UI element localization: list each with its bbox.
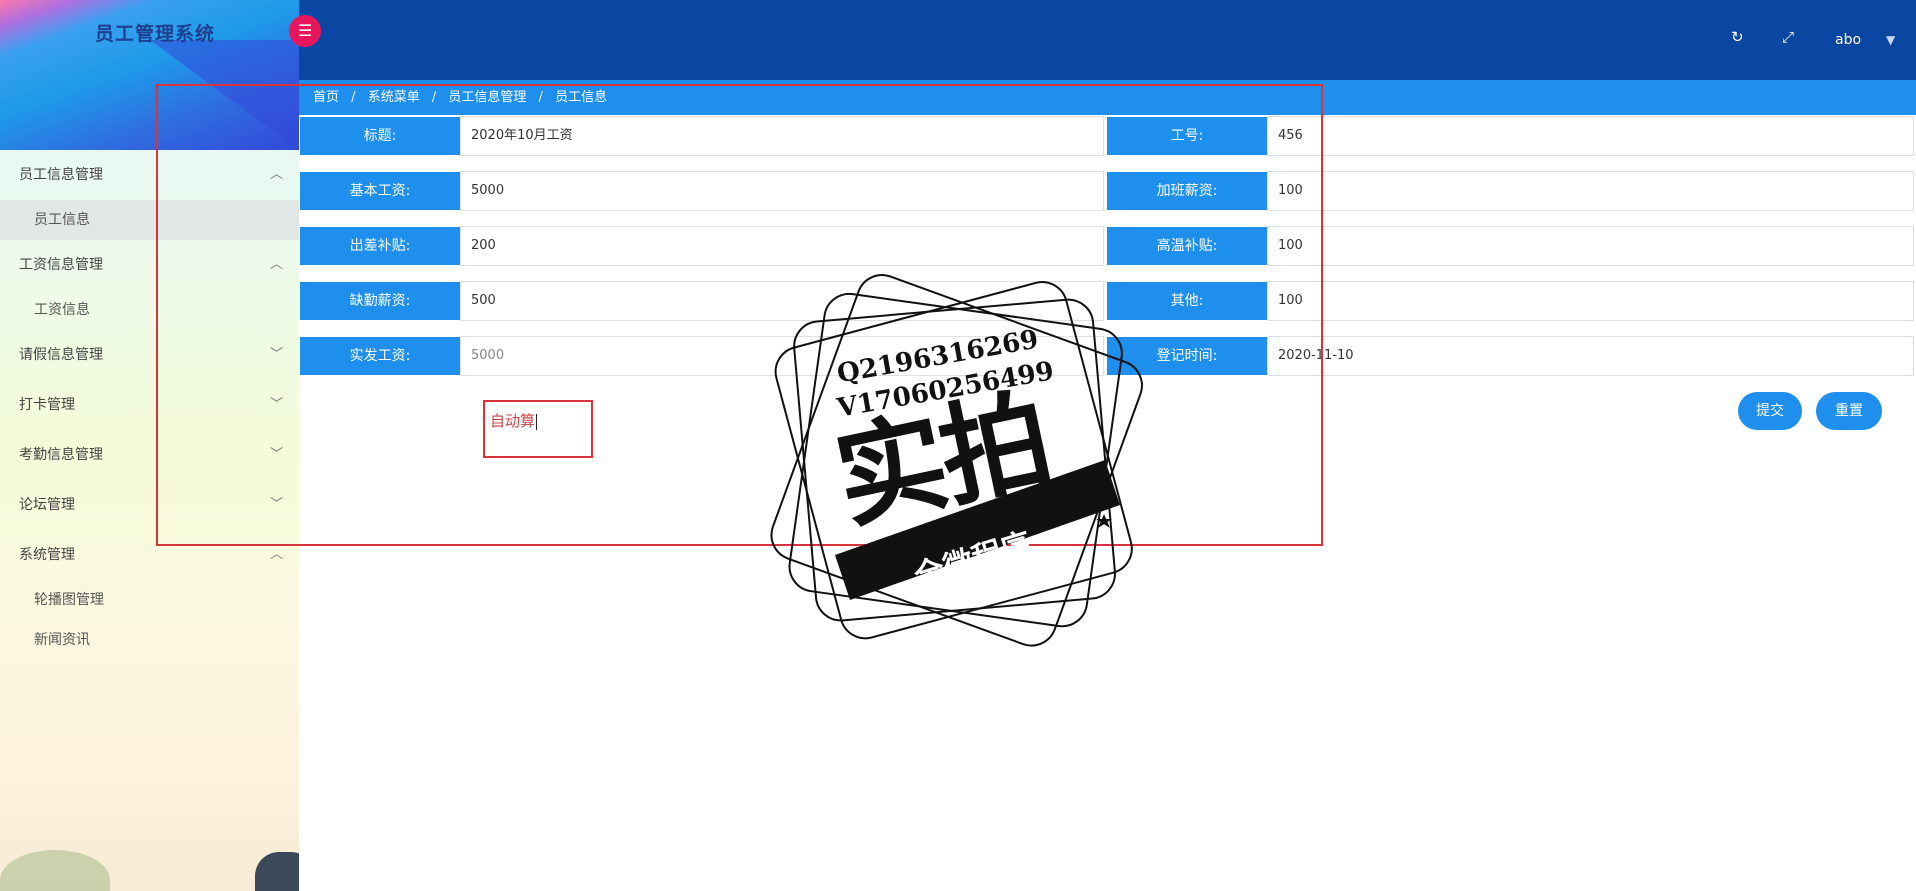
sidebar-header: 员工管理系统 bbox=[0, 0, 299, 150]
title-input[interactable]: 2020年10月工资 bbox=[460, 116, 1104, 156]
menu-item-employee-info[interactable]: 员工信息 bbox=[0, 200, 299, 240]
actual-salary-label: 实发工资: bbox=[300, 337, 460, 375]
form-row-base-salary: 基本工资: 5000 加班薪资: 100 bbox=[299, 171, 1916, 211]
annotation-note-text: 自动算 bbox=[490, 412, 538, 430]
user-name[interactable]: abo bbox=[1835, 0, 1861, 80]
chevron-up-icon: ︿ bbox=[269, 167, 283, 182]
chevron-up-icon: ︿ bbox=[269, 547, 283, 562]
overtime-label: 加班薪资: bbox=[1107, 172, 1267, 210]
menu-group-leave[interactable]: 请假信息管理 ﹀ bbox=[0, 330, 299, 380]
caret-down-icon[interactable]: ▼ bbox=[1886, 0, 1895, 80]
submit-button[interactable]: 提交 bbox=[1738, 392, 1802, 430]
breadcrumb-item[interactable]: 员工信息管理 bbox=[448, 90, 526, 105]
fullscreen-icon[interactable]: ⤢ bbox=[1782, 28, 1794, 46]
menu-item-carousel[interactable]: 轮播图管理 bbox=[0, 580, 299, 620]
chevron-down-icon: ﹀ bbox=[269, 497, 283, 512]
breadcrumb-separator: / bbox=[351, 90, 356, 105]
menu-item-news[interactable]: 新闻资讯 bbox=[0, 620, 299, 660]
reset-button[interactable]: 重置 bbox=[1816, 392, 1882, 430]
menu-item-salary-info[interactable]: 工资信息 bbox=[0, 290, 299, 330]
app-root: 员工管理系统 员工信息管理 ︿ 员工信息 工资信息管理 ︿ 工资信息 请假信息管… bbox=[0, 0, 1916, 891]
rock-decoration bbox=[255, 852, 299, 891]
chevron-down-icon: ﹀ bbox=[269, 397, 283, 412]
header-decoration bbox=[150, 40, 299, 150]
breadcrumb-separator: / bbox=[538, 90, 543, 105]
other-input[interactable]: 100 bbox=[1267, 281, 1914, 321]
travel-label: 出差补贴: bbox=[300, 227, 460, 265]
breadcrumb-item: 员工信息 bbox=[555, 90, 608, 105]
emp-no-input[interactable]: 456 bbox=[1267, 116, 1914, 156]
title-label: 标题: bbox=[300, 117, 460, 155]
base-salary-input[interactable]: 5000 bbox=[460, 171, 1104, 211]
absence-label: 缺勤薪资: bbox=[300, 282, 460, 320]
chevron-down-icon: ﹀ bbox=[269, 347, 283, 362]
chevron-up-icon: ︿ bbox=[269, 257, 283, 272]
menu-group-label: 论坛管理 bbox=[19, 497, 75, 513]
menu-group-system[interactable]: 系统管理 ︿ bbox=[0, 530, 299, 580]
breadcrumb-item[interactable]: 首页 bbox=[313, 90, 339, 105]
menu-group-clockin[interactable]: 打卡管理 ﹀ bbox=[0, 380, 299, 430]
sidebar-menu: 员工信息管理 ︿ 员工信息 工资信息管理 ︿ 工资信息 请假信息管理 ﹀ 打卡管… bbox=[0, 150, 299, 660]
chevron-down-icon: ﹀ bbox=[269, 447, 283, 462]
annotation-note-box: 自动算 bbox=[483, 400, 593, 458]
menu-group-label: 员工信息管理 bbox=[19, 167, 103, 183]
breadcrumb: 首页 / 系统菜单 / 员工信息管理 / 员工信息 bbox=[299, 80, 1916, 115]
breadcrumb-item[interactable]: 系统菜单 bbox=[368, 90, 420, 105]
menu-group-employee[interactable]: 员工信息管理 ︿ bbox=[0, 150, 299, 200]
register-time-input[interactable]: 2020-11-10 bbox=[1267, 336, 1914, 376]
app-title: 员工管理系统 bbox=[95, 23, 216, 45]
menu-fold-icon[interactable]: ☰ bbox=[289, 15, 321, 47]
base-salary-label: 基本工资: bbox=[300, 172, 460, 210]
menu-group-label: 打卡管理 bbox=[19, 397, 75, 413]
form-row-title: 标题: 2020年10月工资 工号: 456 bbox=[299, 116, 1916, 156]
menu-group-salary[interactable]: 工资信息管理 ︿ bbox=[0, 240, 299, 290]
emp-no-label: 工号: bbox=[1107, 117, 1267, 155]
menu-group-label: 工资信息管理 bbox=[19, 257, 103, 273]
tree-decoration bbox=[0, 850, 110, 891]
sidebar: 员工管理系统 员工信息管理 ︿ 员工信息 工资信息管理 ︿ 工资信息 请假信息管… bbox=[0, 0, 299, 891]
menu-group-attendance[interactable]: 考勤信息管理 ﹀ bbox=[0, 430, 299, 480]
menu-group-forum[interactable]: 论坛管理 ﹀ bbox=[0, 480, 299, 530]
menu-group-label: 请假信息管理 bbox=[19, 347, 103, 363]
overtime-input[interactable]: 100 bbox=[1267, 171, 1914, 211]
menu-group-label: 考勤信息管理 bbox=[19, 447, 103, 463]
top-header: ↻ ⤢ abo ▼ bbox=[299, 0, 1916, 80]
heat-input[interactable]: 100 bbox=[1267, 226, 1914, 266]
refresh-icon[interactable]: ↻ bbox=[1731, 28, 1744, 46]
breadcrumb-separator: / bbox=[431, 90, 437, 105]
menu-group-label: 系统管理 bbox=[19, 547, 75, 563]
sidebar-background-image bbox=[0, 820, 299, 891]
